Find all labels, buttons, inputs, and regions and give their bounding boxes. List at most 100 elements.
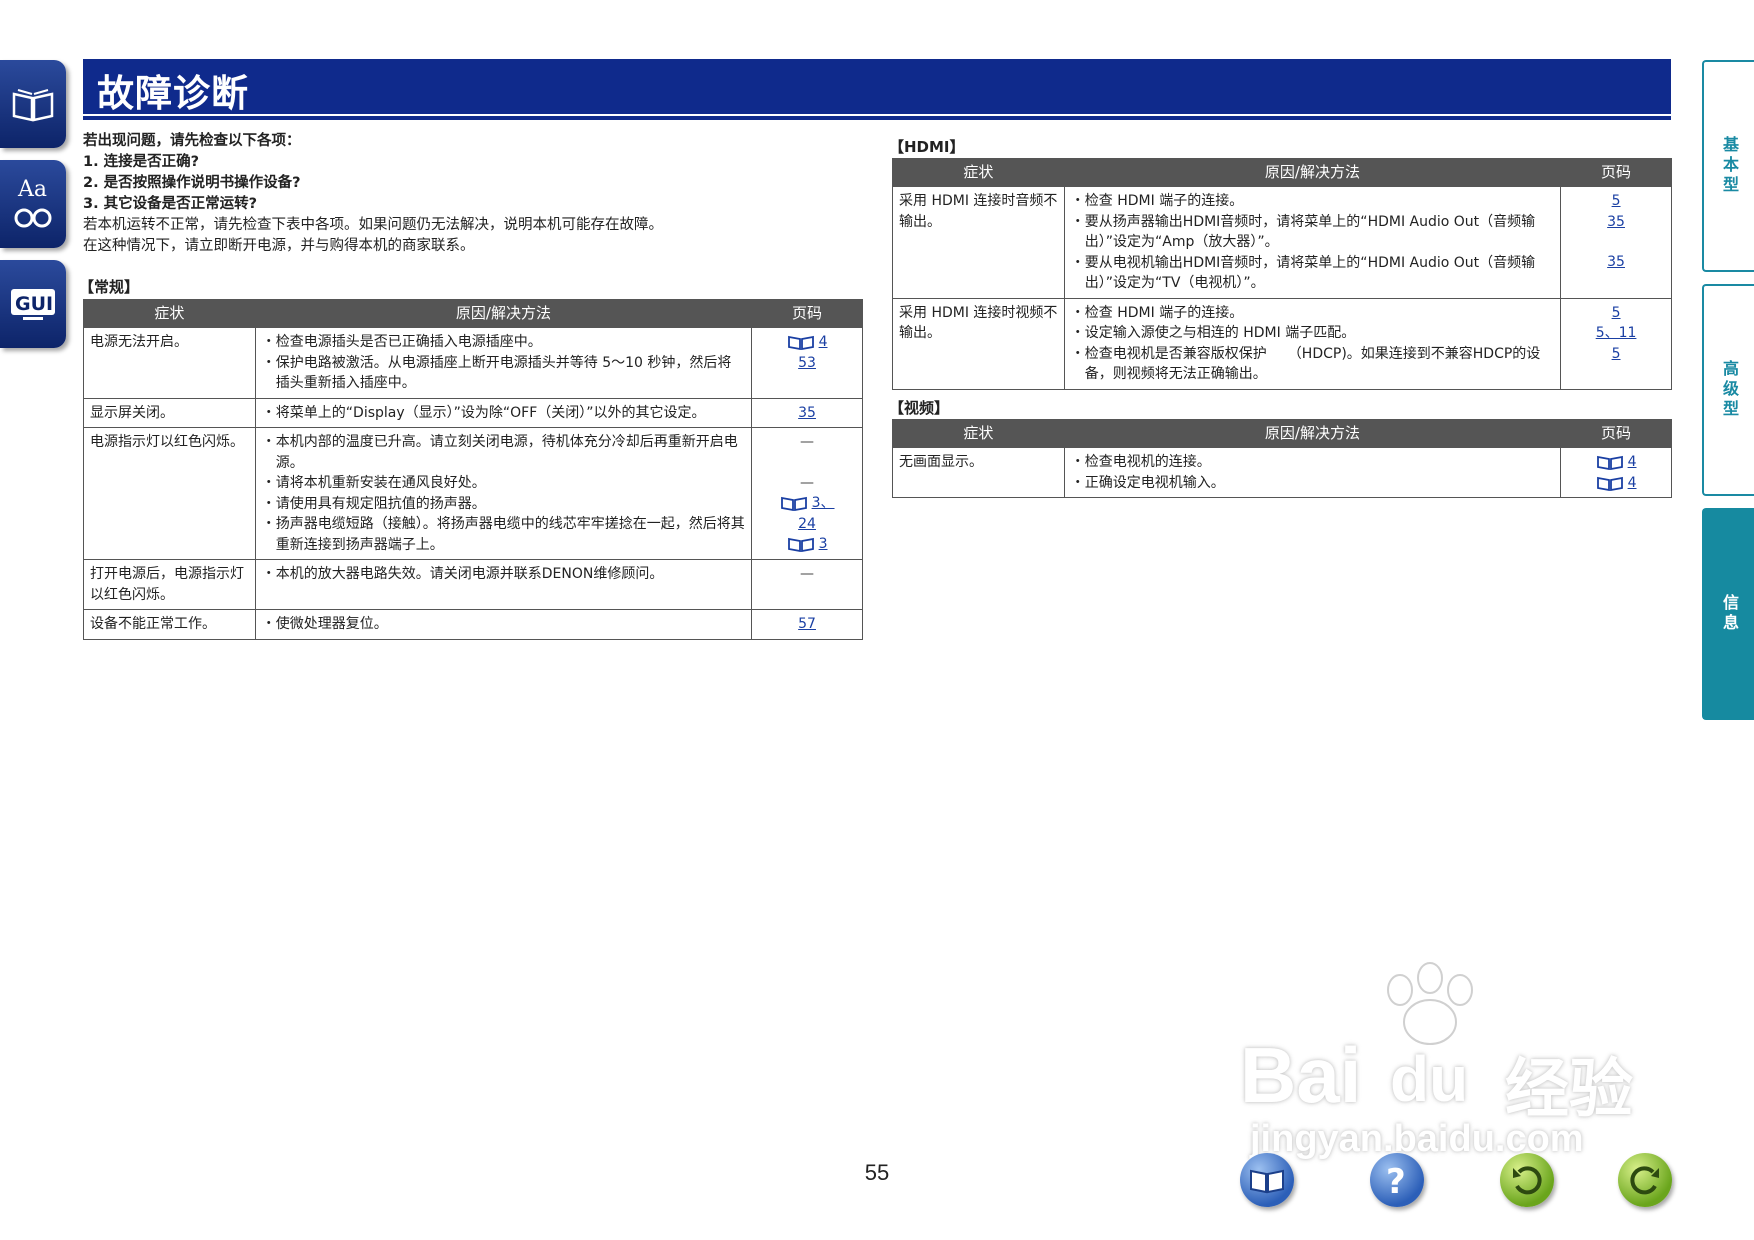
page-ref: 53 [754,353,860,374]
page-link[interactable]: 53 [798,355,816,371]
page-ref: 57 [754,614,860,635]
page-link[interactable]: 3、 [812,495,835,511]
gui-icon[interactable]: GUI [0,260,66,348]
cause-item: ・检查 HDMI 端子的连接。 [1070,193,1244,209]
section-label-hdmi: 【HDMI】 [889,138,965,156]
table-row: 电源无法开启。 ・检查电源插头是否已正确插入电源插座中。 ・保护电路被激活。从电源插… [83,327,863,399]
page-dash: — [800,434,815,450]
svg-text:Aa: Aa [17,177,47,202]
page-link[interactable]: 4 [1628,475,1637,491]
table-row: 无画面显示。 ・检查电视机的连接。 ・正确设定电视机输入。 4 4 [892,447,1672,498]
video-table: 症状 原因/解决方法 页码 无画面显示。 ・检查电视机的连接。 ・正确设定电视机输入… [892,419,1672,498]
page-cell: 5 5、11 5 [1560,297,1672,390]
page-ref: — [754,564,860,585]
page-cell: 35 [751,397,863,428]
page-link[interactable]: 5 [1612,305,1621,321]
cause-cell: ・将菜单上的“Display（显示）”设为除“OFF（关闭）”以外的其它设定。 [254,397,753,428]
symptom-cell: 打开电源后，电源指示灯以红色闪烁。 [83,559,256,610]
cause-item: ・本机内部的温度已升高。请立刻关闭电源，待机体充分冷却后再重新开启电源。 [261,434,738,471]
page-number: 55 [864,1160,890,1185]
svg-text:GUI: GUI [15,293,53,315]
intro-line: 若本机运转不正常，请先检查下表中各项。如果问题仍无法解决，说明本机可能存在故障。 [83,217,663,233]
page-link[interactable]: 24 [798,516,816,532]
symptom-cell: 采用 HDMI 连接时音频不输出。 [892,186,1065,299]
svg-text:?: ? [1386,1162,1406,1200]
symptom-cell: 无画面显示。 [892,447,1065,498]
page-ref: 4 [1563,473,1669,494]
col-page: 页码 [1560,419,1672,448]
page-ref: — [754,473,860,494]
page-link[interactable]: 57 [798,616,816,632]
book-icon [780,496,807,511]
intro-line: 若出现问题，请先检查以下各项： [83,133,301,149]
page-ref: 5、11 [1563,323,1669,344]
page-link[interactable]: 5 [1612,193,1621,209]
cause-cell: ・检查电视机的连接。 ・正确设定电视机输入。 [1063,447,1562,498]
cause-item: ・使微处理器复位。 [261,616,388,632]
col-symptom: 症状 [83,299,256,328]
page-link[interactable]: 4 [819,334,828,350]
cause-item: ・将菜单上的“Display（显示）”设为除“OFF（关闭）”以外的其它设定。 [261,404,706,421]
intro-line: 1. 连接是否正确? [83,154,200,170]
forward-button[interactable] [1618,1153,1672,1207]
cause-cell: ・本机的放大器电路失效。请关闭电源并联系DENON维修顾问。 [254,559,753,610]
page-ref: 35 [754,403,860,424]
col-symptom: 症状 [892,158,1065,187]
cause-item: ・检查电视机的连接。 [1070,454,1211,470]
col-cause: 原因/解决方法 [1063,158,1562,187]
table-row: 打开电源后，电源指示灯以红色闪烁。 ・本机的放大器电路失效。请关闭电源并联系DEN… [83,559,863,610]
page-cell: 44 [1560,447,1672,498]
page-link[interactable]: 35 [1607,254,1625,270]
page-ref: — [754,432,860,453]
watermark-brand: Bai [1240,1031,1362,1119]
page-link[interactable]: 5 [1612,346,1621,362]
page-link[interactable]: 5、11 [1596,325,1637,341]
page-link[interactable]: 35 [1607,214,1625,230]
page-link[interactable]: 3 [819,536,828,552]
page-ref: 3、 [754,493,860,514]
watermark-brand2: du [1390,1043,1469,1115]
page-link[interactable]: 35 [798,405,816,421]
manual-book-icon[interactable] [0,60,66,148]
help-button[interactable]: ? [1370,1153,1424,1207]
tab-advanced[interactable]: 高级型 [1702,284,1754,496]
tab-info[interactable]: 信息 [1702,508,1754,720]
cause-cell: ・检查电源插头是否已正确插入电源插座中。 ・保护电路被激活。从电源插座上断开电源插… [254,327,753,399]
watermark-cn: 经验 [1505,1053,1633,1125]
cause-item: ・设定输入源使之与相连的 HDMI 端子匹配。 [1070,325,1356,341]
page-cell: — — 3、 24 3 [751,427,863,560]
page-ref: 4 [754,332,860,353]
cause-item: ・本机的放大器电路失效。请关闭电源并联系DENON维修顾问。 [261,566,664,582]
intro-text: 若出现问题，请先检查以下各项： 1. 连接是否正确? 2. 是否按照操作说明书操… [83,131,863,257]
intro-line: 2. 是否按照操作说明书操作设备? [83,175,301,191]
contents-button[interactable] [1240,1153,1294,1207]
book-icon [1596,476,1623,491]
page-dash: — [800,566,815,582]
back-button[interactable] [1500,1153,1554,1207]
symptom-cell: 电源指示灯以红色闪烁。 [83,427,256,560]
symptom-cell: 设备不能正常工作。 [83,609,256,640]
cause-item: ・检查电视机是否兼容版权保护 （HDCP)。如果连接到不兼容HDCP的设备，则视… [1070,345,1541,383]
tab-basic[interactable]: 基本型 [1702,60,1754,272]
symptom-cell: 电源无法开启。 [83,327,256,399]
page-ref: 4 [1563,452,1669,473]
book-icon [1250,1169,1284,1194]
tab-advanced-label: 高级型 [1720,360,1739,420]
book-icon [787,537,814,552]
cause-item: ・请使用具有规定阻抗值的扬声器。 [261,495,486,512]
general-table: 症状 原因/解决方法 页码 电源无法开启。 ・检查电源插头是否已正确插入电源插座中… [83,299,863,640]
page-cell: — [751,559,863,610]
glossary-icon[interactable]: Aa [0,160,66,248]
book-icon [787,335,814,350]
section-label-video: 【视频】 [889,399,950,417]
hdmi-table: 症状 原因/解决方法 页码 采用 HDMI 连接时音频不输出。 ・检查 HDMI … [892,158,1672,390]
symptom-cell: 显示屏关闭。 [83,397,256,428]
cause-item: ・要从扬声器输出HDMI音频时，请将菜单上的“HDMI Audio Out（音频… [1070,213,1536,251]
cause-item: ・检查电源插头是否已正确插入电源插座中。 [261,334,542,350]
cause-item: ・检查 HDMI 端子的连接。 [1070,304,1244,321]
cause-item: ・正确设定电视机输入。 [1070,474,1225,491]
section-label-general: 【常规】 [79,278,140,296]
book-icon [1596,455,1623,470]
col-symptom: 症状 [892,419,1065,448]
page-link[interactable]: 4 [1628,454,1637,470]
